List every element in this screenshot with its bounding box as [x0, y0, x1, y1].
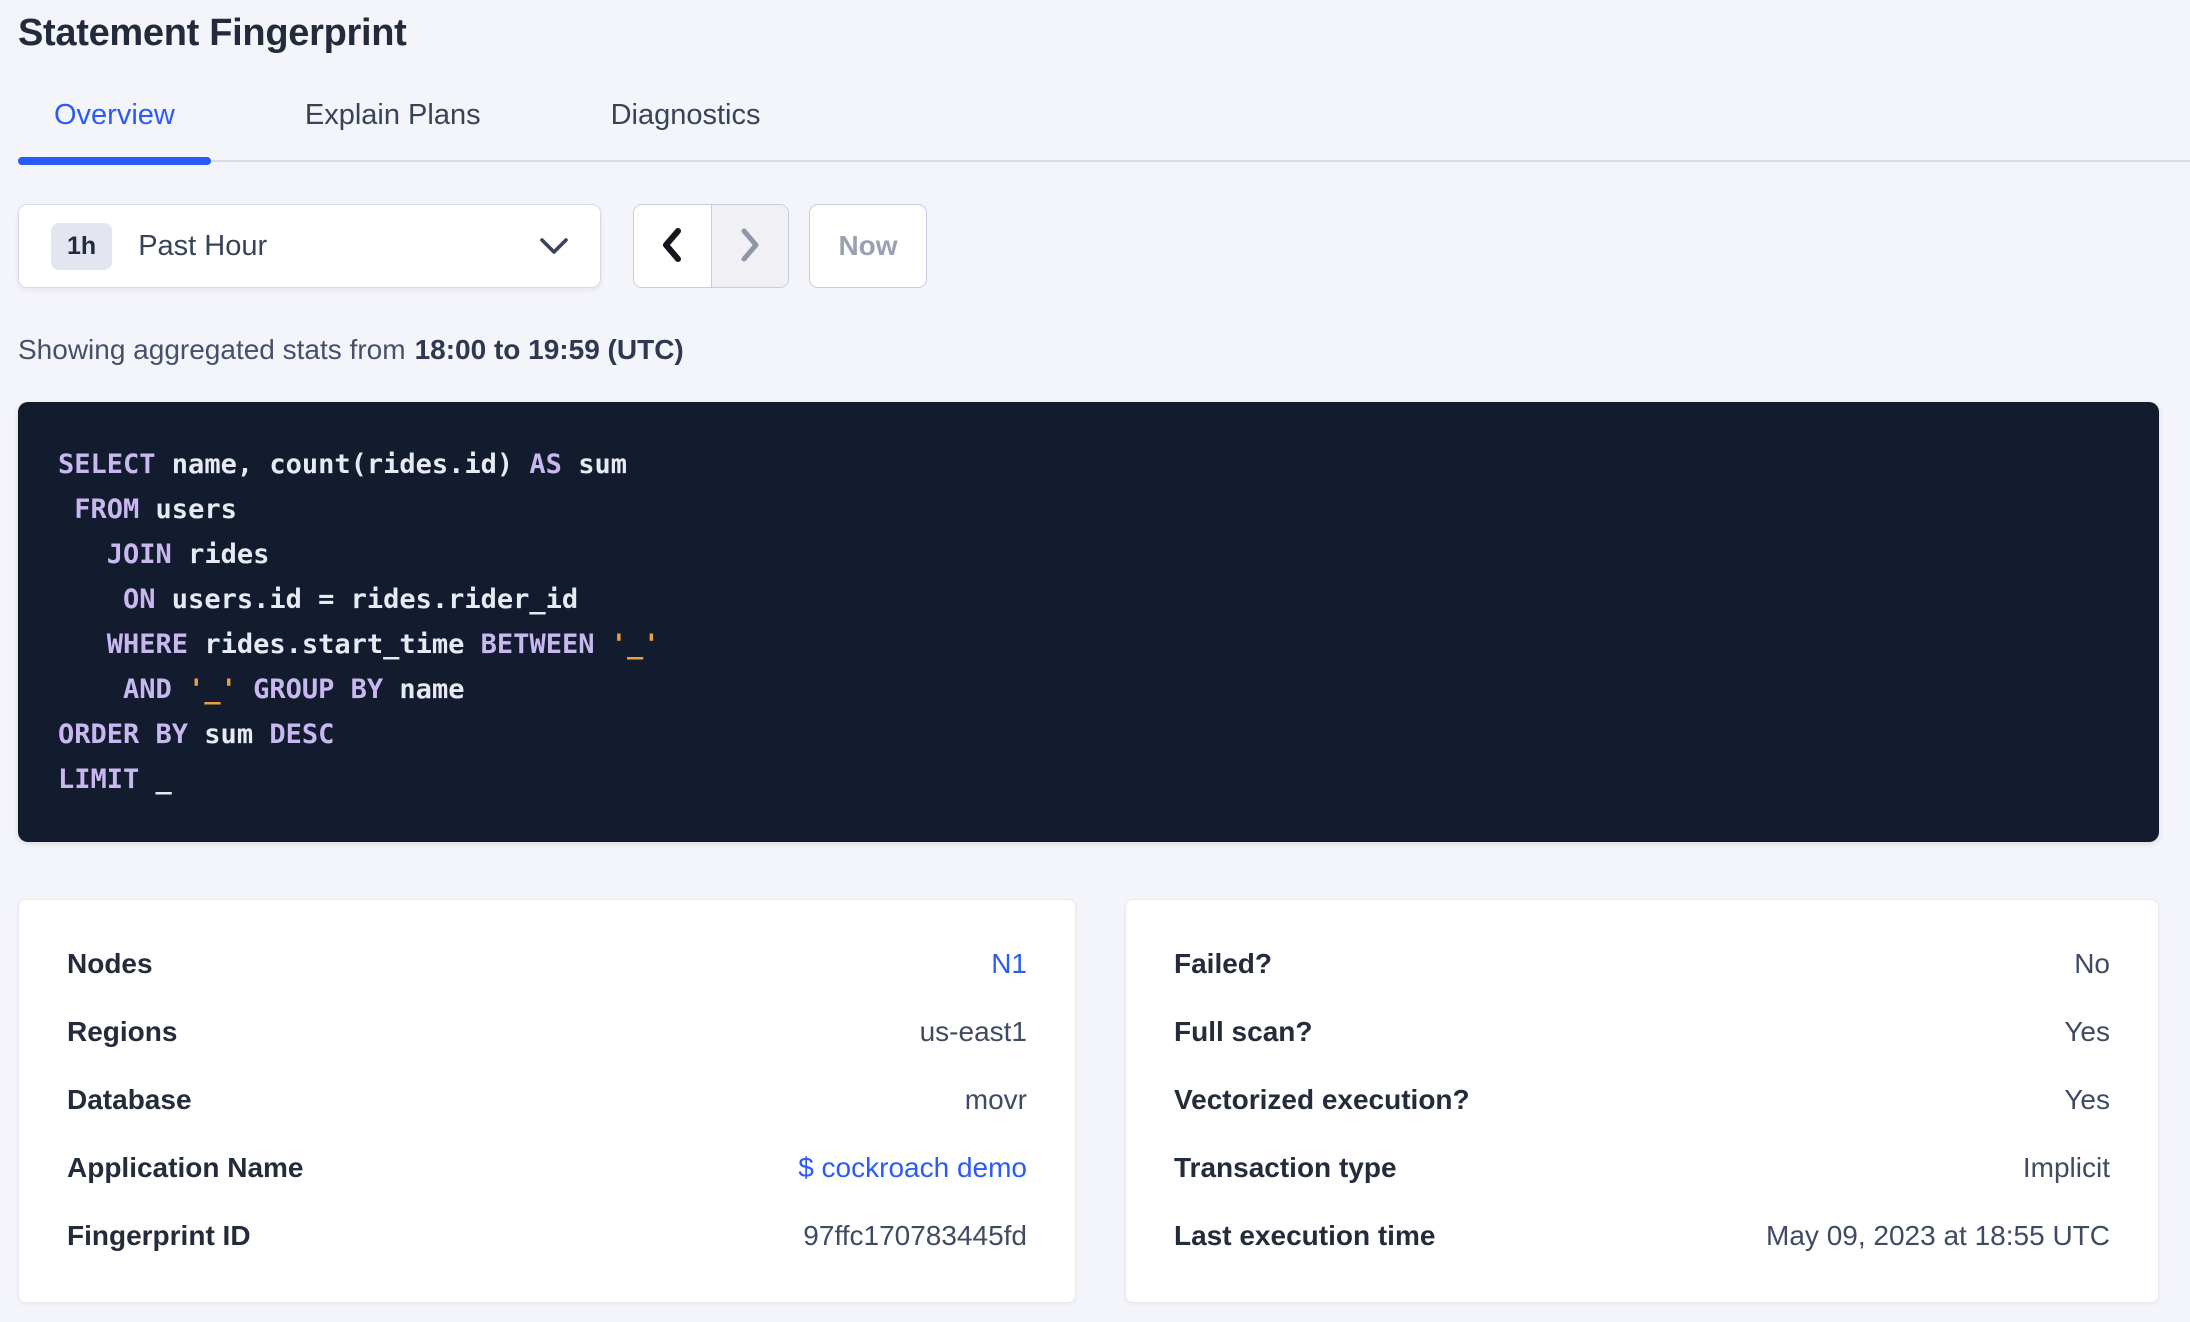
sql-line: AND '_' GROUP BY name — [58, 667, 2119, 712]
sql-token-kw: ORDER BY — [58, 719, 189, 750]
caption-prefix: Showing aggregated stats from — [18, 334, 406, 365]
sql-token-kw: FROM — [74, 494, 140, 525]
detail-row-regions: Regions us-east1 — [67, 998, 1027, 1066]
sql-token-kw: AND — [123, 674, 172, 705]
sql-token-id — [237, 674, 253, 705]
detail-label: Nodes — [67, 948, 153, 979]
time-range-badge: 1h — [51, 222, 113, 270]
sql-token-id — [172, 674, 188, 705]
tab-diagnostics[interactable]: Diagnostics — [575, 99, 797, 160]
sql-token-id: _ — [139, 764, 172, 795]
sql-token-kw: GROUP BY — [253, 674, 384, 705]
sql-token-kw: LIMIT — [58, 764, 140, 795]
detail-label: Failed? — [1174, 948, 1273, 979]
detail-value-link[interactable]: $ cockroach demo — [798, 1152, 1027, 1184]
detail-value: movr — [964, 1084, 1027, 1115]
prev-range-button[interactable] — [634, 205, 711, 287]
detail-value-link[interactable]: N1 — [991, 948, 1027, 980]
sql-token-id: rides — [171, 539, 270, 570]
sql-token-id: users — [139, 494, 237, 525]
chevron-right-icon — [736, 225, 764, 268]
chevron-left-icon — [658, 225, 686, 268]
sql-token-id — [58, 494, 74, 525]
sql-token-kw: SELECT — [58, 449, 156, 480]
time-range-select[interactable]: 1h Past Hour — [18, 204, 601, 288]
sql-token-kw: AS — [529, 449, 562, 480]
tab-overview[interactable]: Overview — [18, 99, 211, 165]
detail-row-nodes: Nodes N1 — [67, 930, 1027, 998]
detail-value: No — [2074, 948, 2110, 979]
detail-label: Regions — [67, 1016, 178, 1047]
detail-row-transaction-type: Transaction type Implicit — [1174, 1134, 2110, 1202]
sql-token-id: users.id = rides.rider_id — [155, 584, 579, 615]
detail-row-application-name: Application Name $ cockroach demo — [67, 1134, 1027, 1202]
next-range-button[interactable] — [710, 205, 788, 287]
detail-label: Full scan? — [1174, 1016, 1313, 1047]
sql-token-kw: JOIN — [106, 539, 172, 570]
chevron-down-icon — [538, 236, 570, 256]
sql-token-id — [58, 584, 123, 615]
detail-row-failed: Failed? No — [1174, 930, 2110, 998]
sql-token-kw: WHERE — [106, 629, 189, 660]
detail-label: Application Name — [67, 1152, 304, 1183]
detail-value: Implicit — [2022, 1152, 2110, 1183]
sql-line: ORDER BY sum DESC — [58, 712, 2119, 757]
sql-token-id — [594, 629, 610, 660]
tab-explain-plans[interactable]: Explain Plans — [269, 99, 517, 160]
detail-label: Fingerprint ID — [67, 1220, 251, 1251]
statement-details-card-left: Nodes N1 Regions us-east1 Database movr Applic… — [18, 899, 1076, 1303]
detail-value: us-east1 — [919, 1016, 1027, 1047]
sql-statement-box: SELECT name, count(rides.id) AS sum FROM… — [18, 402, 2159, 842]
tab-bar: Overview Explain Plans Diagnostics — [18, 99, 2190, 165]
sql-token-id — [58, 539, 107, 570]
detail-label: Database — [67, 1084, 192, 1115]
sql-line: ON users.id = rides.rider_id — [58, 577, 2119, 622]
sql-line: SELECT name, count(rides.id) AS sum — [58, 442, 2119, 487]
detail-value: Yes — [2064, 1084, 2110, 1115]
sql-token-id: name, count(rides.id) — [155, 449, 530, 480]
time-range-label: Past Hour — [138, 229, 268, 262]
detail-value: Yes — [2064, 1016, 2110, 1047]
sql-token-str: '_' — [188, 674, 237, 705]
sql-token-kw: ON — [123, 584, 156, 615]
sql-token-id: rides.start_time — [188, 629, 481, 660]
statement-fingerprint-page: Statement Fingerprint Overview Explain Pl… — [0, 12, 2190, 1303]
sql-line: JOIN rides — [58, 532, 2119, 577]
detail-row-full-scan: Full scan? Yes — [1174, 998, 2110, 1066]
detail-row-fingerprint-id: Fingerprint ID 97ffc170783445fd — [67, 1202, 1027, 1270]
detail-row-last-execution-time: Last execution time May 09, 2023 at 18:55… — [1174, 1202, 2110, 1270]
detail-label: Last execution time — [1174, 1220, 1436, 1251]
now-button[interactable]: Now — [809, 204, 927, 288]
caption-time-range: 18:00 to 19:59 (UTC) — [414, 334, 684, 365]
detail-row-database: Database movr — [67, 1066, 1027, 1134]
detail-value: May 09, 2023 at 18:55 UTC — [1766, 1220, 2110, 1251]
statement-details-card-right: Failed? No Full scan? Yes Vectorized executi… — [1125, 899, 2159, 1303]
sql-token-kw: DESC — [269, 719, 335, 750]
aggregated-stats-caption: Showing aggregated stats from 18:00 to 19… — [18, 334, 2159, 366]
sql-token-id: sum — [561, 449, 627, 480]
sql-token-id: name — [383, 674, 465, 705]
time-range-pager — [633, 204, 789, 288]
sql-token-id — [58, 674, 123, 705]
sql-line: WHERE rides.start_time BETWEEN '_' — [58, 622, 2119, 667]
sql-line: FROM users — [58, 487, 2119, 532]
detail-cards: Nodes N1 Regions us-east1 Database movr Applic… — [18, 899, 2159, 1303]
detail-label: Transaction type — [1174, 1152, 1397, 1183]
page-title: Statement Fingerprint — [18, 12, 407, 54]
sql-line: LIMIT _ — [58, 757, 2119, 802]
sql-token-str: '_' — [610, 629, 660, 660]
time-controls-row: 1h Past Hour Now — [18, 204, 2159, 288]
sql-token-id — [58, 629, 107, 660]
sql-token-id: sum — [188, 719, 270, 750]
sql-token-kw: BETWEEN — [480, 629, 595, 660]
detail-row-vectorized-execution: Vectorized execution? Yes — [1174, 1066, 2110, 1134]
detail-value: 97ffc170783445fd — [803, 1220, 1027, 1251]
detail-label: Vectorized execution? — [1174, 1084, 1470, 1115]
